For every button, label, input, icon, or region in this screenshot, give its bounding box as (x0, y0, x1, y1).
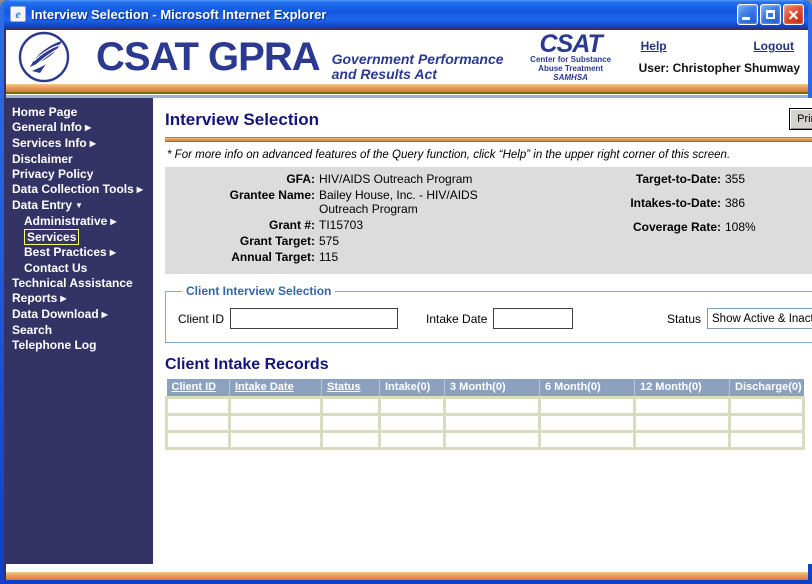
print-button[interactable]: Print (789, 108, 812, 130)
summary-field-annual-target: Annual Target:115 (165, 250, 573, 264)
maximize-button[interactable] (760, 4, 781, 25)
sidebar-item-best-practices[interactable]: Best Practices▶ (6, 245, 153, 260)
summary-right: Target-to-Date:355 Intakes-to-Date:386 Cov… (573, 172, 812, 266)
summary-field-grant-target: Grant Target:575 (165, 234, 573, 248)
footer-orange-stripe (6, 572, 808, 580)
header-orange-stripe (6, 84, 808, 92)
query-help-note: * For more info on advanced features of … (167, 149, 812, 161)
toolbar: Print Previous Find (789, 108, 812, 130)
client-intake-records-title: Client Intake Records (165, 356, 329, 374)
summary-field-gfa: GFA:HIV/AIDS Outreach Program (165, 172, 573, 186)
sidebar-item-administrative[interactable]: Administrative▶ (6, 214, 153, 229)
arrow-right-icon: ▶ (137, 185, 143, 194)
column-header-3-month-0: 3 Month(0) (445, 379, 540, 398)
status-select[interactable]: Show Active & Inactive Records ▼ (707, 308, 812, 329)
intake-date-input[interactable] (493, 308, 573, 329)
sidebar-item-contact-us[interactable]: Contact Us (6, 261, 153, 275)
browser-window: e Interview Selection - Microsoft Intern… (0, 0, 812, 584)
client-id-input[interactable] (230, 308, 398, 329)
page-title: Interview Selection (165, 110, 319, 130)
sidebar-item-data-collection-tools[interactable]: Data Collection Tools▶ (6, 182, 153, 197)
sidebar-item-general-info[interactable]: General Info▶ (6, 120, 153, 135)
minimize-button[interactable] (737, 4, 758, 25)
table-body (167, 398, 804, 449)
arrow-right-icon: ▶ (110, 248, 116, 257)
user-label: User: Christopher Shumway (639, 61, 800, 75)
csat-logo: CSAT Center for Substance Abuse Treatmen… (521, 33, 621, 82)
table-row (167, 415, 804, 432)
summary-field-grantee-name: Grantee Name:Bailey House, Inc. - HIV/AI… (165, 188, 573, 216)
arrow-right-icon: ▶ (110, 217, 116, 226)
site-header: CSAT GPRA Government Performance and Res… (6, 30, 808, 84)
sidebar-item-disclaimer[interactable]: Disclaimer (6, 152, 153, 166)
table-row (167, 398, 804, 415)
sidebar-item-privacy-policy[interactable]: Privacy Policy (6, 167, 153, 181)
arrow-right-icon: ▶ (60, 294, 66, 303)
logout-link[interactable]: Logout (753, 39, 794, 53)
fieldset-legend: Client Interview Selection (182, 284, 335, 298)
sidebar-item-services[interactable]: Services (6, 230, 153, 244)
arrow-down-icon: ▼ (75, 201, 83, 210)
page: CSAT GPRA Government Performance and Res… (4, 28, 808, 580)
sidebar-item-reports[interactable]: Reports▶ (6, 291, 153, 306)
window-title: Interview Selection - Microsoft Internet… (31, 7, 737, 22)
summary-field-coverage-rate: Coverage Rate:108% (573, 220, 812, 234)
column-header-intake-0: Intake(0) (380, 379, 445, 398)
summary-field-intakes-to-date: Intakes-to-Date:386 (573, 196, 812, 210)
table-row (167, 432, 804, 449)
table-header-row: Client IDIntake DateStatusIntake(0)3 Mon… (167, 379, 804, 398)
column-header-discharge-0: Discharge(0) (730, 379, 804, 398)
column-header-status[interactable]: Status (322, 379, 380, 398)
close-button[interactable] (783, 4, 804, 25)
grant-summary-panel: GFA:HIV/AIDS Outreach Program Grantee Nam… (165, 167, 812, 274)
hhs-eagle-logo (18, 31, 70, 83)
status-label: Status (667, 312, 701, 326)
summary-left: GFA:HIV/AIDS Outreach Program Grantee Nam… (165, 172, 573, 266)
status-selected-value: Show Active & Inactive Records (712, 313, 812, 325)
column-header-client-id[interactable]: Client ID (167, 379, 230, 398)
column-header-intake-date[interactable]: Intake Date (230, 379, 322, 398)
arrow-right-icon: ▶ (85, 123, 91, 132)
sidebar-item-home-page[interactable]: Home Page (6, 105, 153, 119)
summary-field-target-to-date: Target-to-Date:355 (573, 172, 812, 186)
maximize-icon (766, 10, 775, 19)
sidebar-item-data-download[interactable]: Data Download▶ (6, 307, 153, 322)
sidebar-menu: Home PageGeneral Info▶Services Info▶Disc… (6, 98, 153, 564)
arrow-right-icon: ▶ (102, 310, 108, 319)
sidebar-item-telephone-log[interactable]: Telephone Log (6, 338, 153, 352)
internet-explorer-icon: e (10, 6, 26, 22)
client-intake-records-table: Client IDIntake DateStatusIntake(0)3 Mon… (165, 379, 805, 450)
summary-field-grant: Grant #:TI15703 (165, 218, 573, 232)
intake-date-label: Intake Date (426, 312, 487, 326)
sidebar-item-data-entry[interactable]: Data Entry▼ (6, 198, 153, 213)
brand-title: CSAT GPRA (96, 35, 320, 80)
orange-divider (165, 137, 812, 142)
client-id-label: Client ID (178, 312, 224, 326)
main-content: Interview Selection Print Previous Find … (153, 98, 812, 564)
sidebar-item-services-info[interactable]: Services Info▶ (6, 136, 153, 151)
sidebar-item-search[interactable]: Search (6, 323, 153, 337)
column-header-6-month-0: 6 Month(0) (540, 379, 635, 398)
column-header-12-month-0: 12 Month(0) (635, 379, 730, 398)
brand-tagline: Government Performance and Results Act (332, 52, 505, 82)
arrow-right-icon: ▶ (90, 139, 96, 148)
sidebar-item-technical-assistance[interactable]: Technical Assistance (6, 276, 153, 290)
client-interview-selection-fieldset: Client Interview Selection Client ID Int… (165, 284, 812, 343)
minimize-icon (742, 17, 750, 20)
title-bar[interactable]: e Interview Selection - Microsoft Intern… (4, 0, 808, 28)
help-link[interactable]: Help (641, 39, 667, 53)
